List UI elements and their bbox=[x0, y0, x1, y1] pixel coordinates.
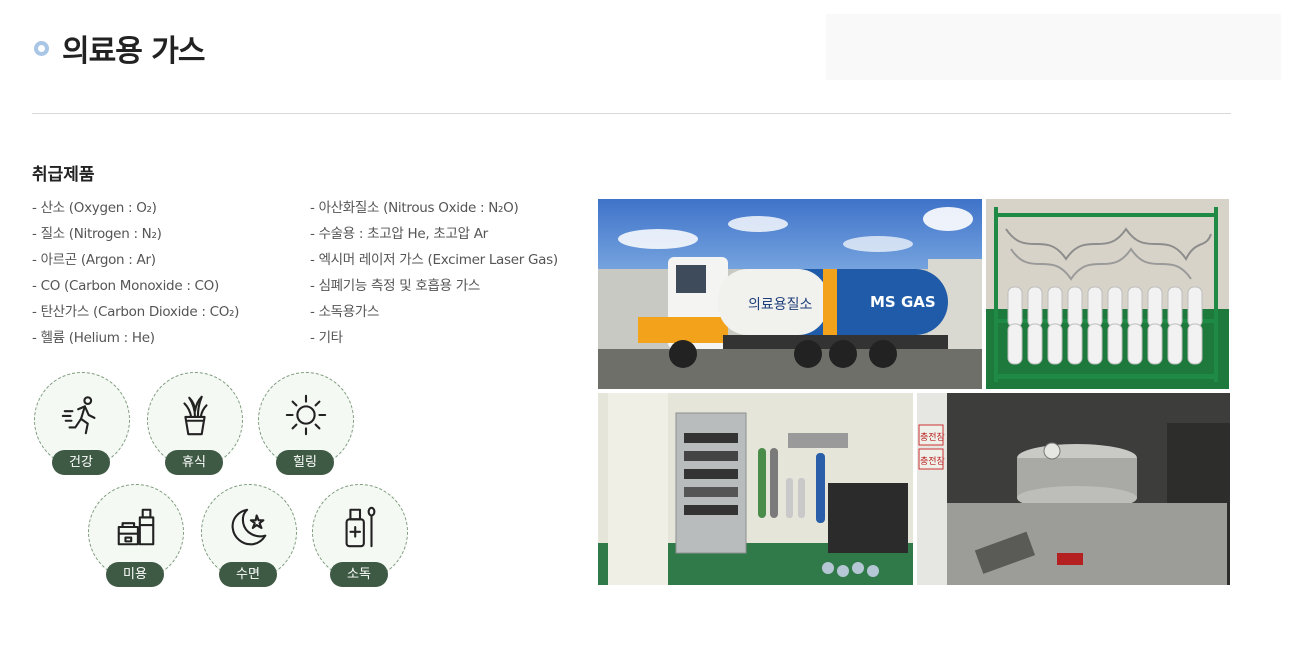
potted-plant-icon bbox=[183, 395, 208, 436]
product-item: - 아산화질소 (Nitrous Oxide : N₂O) bbox=[310, 200, 519, 216]
use-rest: 휴식 bbox=[147, 372, 243, 477]
moon-star-icon bbox=[231, 508, 267, 546]
product-list-right: - 아산화질소 (Nitrous Oxide : N₂O) - 수술용 : 초고… bbox=[310, 197, 558, 353]
disinfectant-bottle-icon bbox=[345, 506, 376, 548]
photo-tanker-truck: 의료용질소 MS GAS bbox=[598, 199, 982, 389]
top-right-panel bbox=[826, 14, 1281, 80]
product-item: - 아르곤 (Argon : Ar) bbox=[32, 252, 156, 268]
use-health: 건강 bbox=[34, 372, 130, 477]
use-label: 소독 bbox=[330, 562, 388, 587]
products-heading: 취급제품 bbox=[32, 165, 95, 185]
use-healing: 힐링 bbox=[258, 372, 354, 477]
use-label: 힐링 bbox=[276, 450, 334, 475]
header-divider bbox=[32, 113, 1231, 114]
photo-cylinder-rack bbox=[986, 199, 1229, 389]
room-sign-2: 충전장 bbox=[920, 456, 945, 467]
room-sign-1: 충전장 bbox=[920, 432, 945, 443]
title-bullet-icon bbox=[34, 40, 49, 56]
use-sleep: 수면 bbox=[201, 484, 297, 589]
product-item: - 기타 bbox=[310, 330, 343, 346]
page-header: 의료용 가스 bbox=[34, 26, 205, 70]
sun-icon bbox=[285, 394, 327, 436]
product-item: - 수술용 : 초고압 He, 초고압 Ar bbox=[310, 226, 488, 242]
use-label: 휴식 bbox=[165, 450, 223, 475]
product-list-left: - 산소 (Oxygen : O₂) - 질소 (Nitrogen : N₂) … bbox=[32, 197, 239, 353]
product-item: - 질소 (Nitrogen : N₂) bbox=[32, 226, 162, 242]
gas-lab-illustration bbox=[598, 393, 913, 585]
use-label: 수면 bbox=[219, 562, 277, 587]
product-item: - 심폐기능 측정 및 호흡용 가스 bbox=[310, 278, 480, 294]
cylinder-rack-illustration bbox=[986, 207, 1229, 389]
cosmetics-icon bbox=[117, 508, 155, 546]
product-item: - 엑시머 레이저 가스 (Excimer Laser Gas) bbox=[310, 252, 558, 268]
tanker-truck-illustration: 의료용질소 MS GAS bbox=[598, 207, 982, 389]
page-title: 의료용 가스 bbox=[62, 34, 205, 69]
use-label: 미용 bbox=[106, 562, 164, 587]
use-disinfection: 소독 bbox=[312, 484, 408, 589]
product-item: - 탄산가스 (Carbon Dioxide : CO₂) bbox=[32, 304, 240, 320]
product-item: - 산소 (Oxygen : O₂) bbox=[32, 200, 157, 216]
truck-tank-label: 의료용질소 bbox=[748, 297, 813, 313]
product-item: - CO (Carbon Monoxide : CO) bbox=[32, 278, 219, 294]
charging-tank-illustration: 충전장 충전장 bbox=[917, 393, 1230, 585]
running-person-icon bbox=[61, 396, 96, 435]
photo-charging-room-tank: 충전장 충전장 bbox=[917, 393, 1230, 585]
truck-brand-logo: MS GAS bbox=[870, 293, 936, 311]
product-item: - 헬륨 (Helium : He) bbox=[32, 330, 155, 346]
use-beauty: 미용 bbox=[88, 484, 184, 589]
photo-gas-lab bbox=[598, 393, 913, 585]
product-item: - 소독용가스 bbox=[310, 304, 380, 320]
use-label: 건강 bbox=[52, 450, 110, 475]
